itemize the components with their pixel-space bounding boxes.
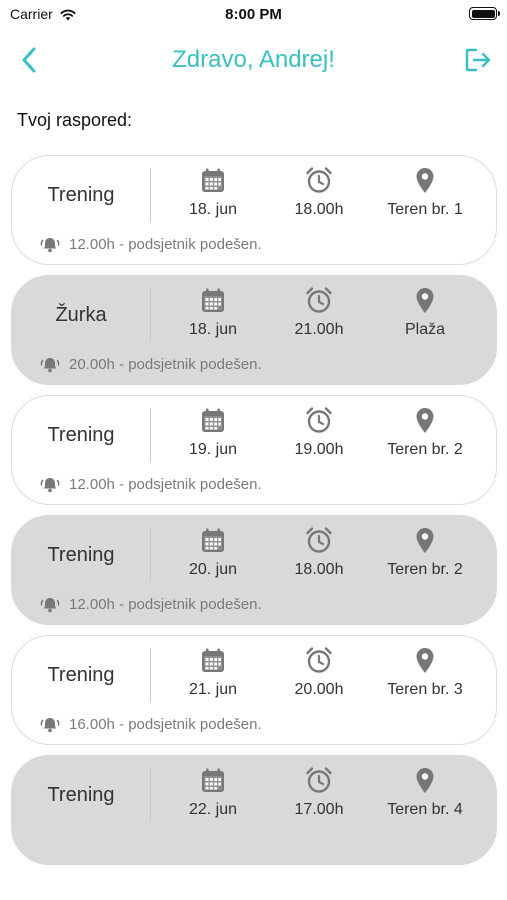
status-bar: Carrier 8:00 PM bbox=[0, 0, 507, 28]
event-time-value: 19.00h bbox=[294, 441, 344, 458]
reminder-text: 12.00h - podsjetnik podešen. bbox=[69, 596, 262, 613]
event-time: 20.00h bbox=[266, 646, 372, 700]
event-name: Trening bbox=[47, 423, 115, 446]
event-reminder: 12.00h - podsjetnik podešen. bbox=[40, 476, 262, 493]
location-pin-icon bbox=[416, 287, 434, 313]
event-date: 18. jun bbox=[160, 166, 266, 220]
alarm-clock-icon bbox=[306, 647, 332, 673]
event-place-value: Teren br. 2 bbox=[387, 441, 463, 458]
event-place: Plaža bbox=[372, 286, 478, 340]
reminder-text: 16.00h - podsjetnik podešen. bbox=[69, 716, 262, 733]
calendar-icon bbox=[202, 408, 224, 432]
event-reminder: 12.00h - podsjetnik podešen. bbox=[40, 596, 262, 613]
event-card[interactable]: Trening 18. jun 18.00h Teren br. 1 12.00… bbox=[11, 155, 497, 265]
event-date-value: 21. jun bbox=[188, 681, 238, 698]
event-list: Trening 18. jun 18.00h Teren br. 1 12.00… bbox=[11, 155, 497, 875]
event-place: Teren br. 2 bbox=[372, 526, 478, 580]
event-place: Teren br. 1 bbox=[372, 166, 478, 220]
card-divider bbox=[150, 768, 151, 822]
event-date-value: 18. jun bbox=[188, 201, 238, 218]
event-time-value: 17.00h bbox=[294, 801, 344, 818]
bell-icon bbox=[40, 478, 60, 493]
event-date-value: 18. jun bbox=[188, 321, 238, 338]
reminder-text: 20.00h - podsjetnik podešen. bbox=[69, 356, 262, 373]
event-date-value: 20. jun bbox=[188, 561, 238, 578]
clock: 8:00 PM bbox=[225, 6, 282, 23]
battery-icon bbox=[469, 7, 500, 20]
event-place-value: Teren br. 3 bbox=[387, 681, 463, 698]
event-name: Trening bbox=[47, 783, 115, 806]
event-name: Trening bbox=[47, 183, 115, 206]
event-date: 18. jun bbox=[160, 286, 266, 340]
event-time: 21.00h bbox=[266, 286, 372, 340]
card-divider bbox=[150, 168, 151, 222]
location-pin-icon bbox=[416, 647, 434, 673]
event-reminder: 20.00h - podsjetnik podešen. bbox=[40, 356, 262, 373]
calendar-icon bbox=[202, 648, 224, 672]
event-name: Trening bbox=[47, 543, 115, 566]
event-place: Teren br. 4 bbox=[372, 766, 478, 820]
event-place-value: Teren br. 1 bbox=[387, 201, 463, 218]
reminder-text: 12.00h - podsjetnik podešen. bbox=[69, 236, 262, 253]
event-name: Žurka bbox=[55, 303, 107, 326]
event-time-value: 20.00h bbox=[294, 681, 344, 698]
calendar-icon bbox=[202, 768, 224, 792]
event-time: 18.00h bbox=[266, 526, 372, 580]
event-place: Teren br. 2 bbox=[372, 406, 478, 460]
calendar-icon bbox=[202, 528, 224, 552]
event-place-value: Teren br. 2 bbox=[387, 561, 463, 578]
reminder-text: 12.00h - podsjetnik podešen. bbox=[69, 476, 262, 493]
event-time: 18.00h bbox=[266, 166, 372, 220]
event-date: 22. jun bbox=[160, 766, 266, 820]
logout-icon bbox=[465, 48, 491, 72]
alarm-clock-icon bbox=[306, 167, 332, 193]
event-date-value: 22. jun bbox=[188, 801, 238, 818]
logout-button[interactable] bbox=[463, 45, 493, 75]
alarm-clock-icon bbox=[306, 767, 332, 793]
card-divider bbox=[150, 648, 151, 702]
event-time: 19.00h bbox=[266, 406, 372, 460]
alarm-clock-icon bbox=[306, 527, 332, 553]
calendar-icon bbox=[202, 168, 224, 192]
event-card[interactable]: Trening 19. jun 19.00h Teren br. 2 12.00… bbox=[11, 395, 497, 505]
event-name: Trening bbox=[47, 663, 115, 686]
bell-icon bbox=[40, 718, 60, 733]
event-time-value: 18.00h bbox=[294, 561, 344, 578]
page-title: Zdravo, Andrej! bbox=[172, 46, 335, 73]
card-divider bbox=[150, 528, 151, 582]
event-card[interactable]: Trening 22. jun 17.00h Teren br. 4 bbox=[11, 755, 497, 865]
alarm-clock-icon bbox=[306, 287, 332, 313]
location-pin-icon bbox=[416, 767, 434, 793]
event-reminder: 12.00h - podsjetnik podešen. bbox=[40, 236, 262, 253]
event-time-value: 21.00h bbox=[294, 321, 344, 338]
location-pin-icon bbox=[416, 407, 434, 433]
card-divider bbox=[150, 408, 151, 462]
event-time-value: 18.00h bbox=[294, 201, 344, 218]
event-date-value: 19. jun bbox=[188, 441, 238, 458]
bell-icon bbox=[40, 238, 60, 253]
event-reminder: 16.00h - podsjetnik podešen. bbox=[40, 716, 262, 733]
bell-icon bbox=[40, 598, 60, 613]
event-card[interactable]: Trening 21. jun 20.00h Teren br. 3 16.00… bbox=[11, 635, 497, 745]
event-time: 17.00h bbox=[266, 766, 372, 820]
location-pin-icon bbox=[416, 167, 434, 193]
schedule-heading: Tvoj raspored: bbox=[17, 110, 133, 130]
alarm-clock-icon bbox=[306, 407, 332, 433]
event-date: 19. jun bbox=[160, 406, 266, 460]
location-pin-icon bbox=[416, 527, 434, 553]
event-card[interactable]: Žurka 18. jun 21.00h Plaža 20.00h - pods… bbox=[11, 275, 497, 385]
nav-bar: Zdravo, Andrej! bbox=[0, 40, 507, 80]
event-place-value: Teren br. 4 bbox=[387, 801, 463, 818]
calendar-icon bbox=[202, 288, 224, 312]
event-date: 21. jun bbox=[160, 646, 266, 700]
bell-icon bbox=[40, 358, 60, 373]
event-place: Teren br. 3 bbox=[372, 646, 478, 700]
event-place-value: Plaža bbox=[404, 321, 446, 338]
event-date: 20. jun bbox=[160, 526, 266, 580]
card-divider bbox=[150, 288, 151, 342]
event-card[interactable]: Trening 20. jun 18.00h Teren br. 2 12.00… bbox=[11, 515, 497, 625]
